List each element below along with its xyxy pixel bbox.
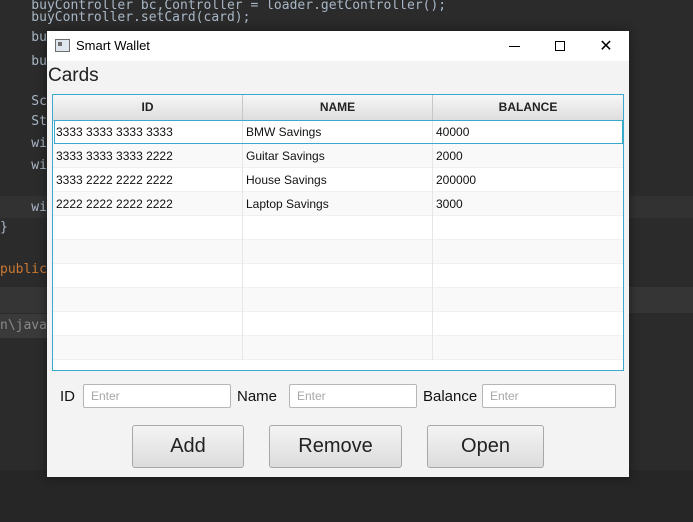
remove-button[interactable]: Remove: [269, 425, 402, 468]
code-line: bu: [0, 30, 47, 45]
name-label: Name: [237, 388, 278, 405]
table-body: 3333 3333 3333 3333 BMW Savings 40000 3333 …: [53, 120, 623, 360]
table-cell-name: [243, 264, 433, 288]
table-row[interactable]: 3333 3333 3333 2222 Guitar Savings 2000: [53, 144, 623, 168]
code-line: St: [0, 114, 47, 129]
minimize-icon: [508, 45, 520, 47]
empty-table-row[interactable]: [53, 336, 623, 360]
column-header-balance[interactable]: BALANCE: [433, 95, 623, 120]
table-row[interactable]: 3333 3333 3333 3333 BMW Savings 40000: [53, 120, 623, 144]
table-cell-balance: 200000: [436, 173, 477, 187]
empty-table-row[interactable]: [53, 240, 623, 264]
table-cell-id: 2222 2222 2222 2222: [53, 192, 243, 216]
add-button[interactable]: Add: [132, 425, 244, 468]
table-cell-id: 3333 3333 3333 2222: [53, 144, 243, 168]
table-cell-name: [243, 216, 433, 240]
smart-wallet-window: Smart Wallet ✕ Cards ID NAME BALANCE 333…: [47, 31, 629, 477]
table-cell-balance: 40000: [436, 125, 470, 139]
table-cell-balance: [433, 240, 623, 264]
table-cell-balance: 3000: [436, 197, 463, 211]
title-bar[interactable]: Smart Wallet ✕: [47, 31, 629, 61]
id-input[interactable]: [83, 384, 231, 408]
empty-table-row[interactable]: [53, 312, 623, 336]
table-cell-id: [53, 240, 243, 264]
table-cell-name: [243, 240, 433, 264]
empty-table-row[interactable]: [53, 264, 623, 288]
maximize-button[interactable]: [537, 31, 583, 61]
code-line: n\java: [0, 314, 47, 338]
table-cell-id: 3333 2222 2222 2222: [53, 168, 243, 192]
table-cell-name: Guitar Savings: [243, 144, 433, 168]
table-cell-name: [243, 288, 433, 312]
table-cell-balance: [433, 264, 623, 288]
table-cell-name: [243, 312, 433, 336]
balance-input[interactable]: [482, 384, 616, 408]
table-cell-name: [243, 336, 433, 360]
code-line: wi: [0, 158, 47, 173]
open-button[interactable]: Open: [427, 425, 544, 468]
close-button[interactable]: ✕: [583, 31, 629, 61]
maximize-icon: [555, 41, 565, 51]
table-cell-id: [53, 216, 243, 240]
table-cell-id: [53, 336, 243, 360]
table-cell-balance: 2000: [436, 149, 463, 163]
page-title: Cards: [48, 65, 99, 86]
code-line: wi: [0, 136, 47, 151]
window-title: Smart Wallet: [76, 38, 150, 53]
balance-label: Balance: [423, 388, 478, 405]
table-cell-id: [53, 312, 243, 336]
table-cell-balance: [433, 216, 623, 240]
empty-table-row[interactable]: [53, 216, 623, 240]
minimize-button[interactable]: [491, 31, 537, 61]
table-cell-id: 3333 3333 3333 3333: [53, 120, 243, 144]
table-cell-id: [53, 264, 243, 288]
table-cell-balance: [433, 288, 623, 312]
column-header-id[interactable]: ID: [53, 95, 243, 120]
table-row[interactable]: 2222 2222 2222 2222 Laptop Savings 3000: [53, 192, 623, 216]
close-icon: ✕: [599, 38, 613, 55]
code-line: bu: [0, 54, 47, 69]
table-cell-id: [53, 288, 243, 312]
table-cell-name: BMW Savings: [243, 120, 433, 144]
cards-table[interactable]: ID NAME BALANCE 3333 3333 3333 3333 BMW S…: [52, 94, 624, 371]
app-window-icon: [55, 39, 70, 52]
id-label: ID: [60, 388, 75, 405]
column-header-name[interactable]: NAME: [243, 95, 433, 120]
code-line: }: [0, 220, 8, 235]
code-line: public: [0, 262, 47, 277]
table-cell-balance: [433, 336, 623, 360]
name-input[interactable]: [289, 384, 417, 408]
editor-bottom-area: [0, 470, 693, 522]
table-cell-name: House Savings: [243, 168, 433, 192]
table-cell-name: Laptop Savings: [243, 192, 433, 216]
empty-table-row[interactable]: [53, 288, 623, 312]
table-row[interactable]: 3333 2222 2222 2222 House Savings 200000: [53, 168, 623, 192]
table-header: ID NAME BALANCE: [53, 95, 623, 121]
table-cell-balance: [433, 312, 623, 336]
